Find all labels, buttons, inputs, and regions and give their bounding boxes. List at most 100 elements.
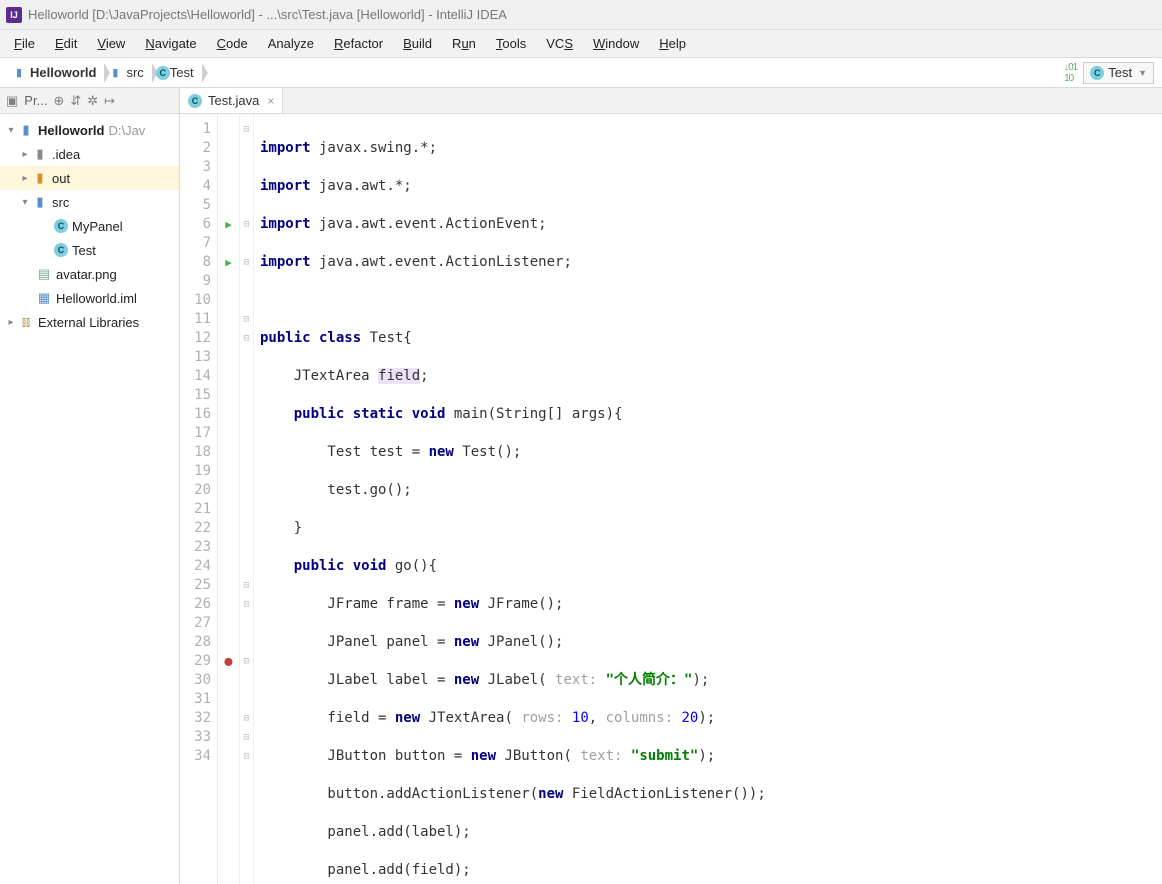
editor-tab-test[interactable]: C Test.java ×	[180, 88, 283, 113]
tree-label: MyPanel	[72, 219, 123, 234]
fold-toggle-icon[interactable]: ⊟	[240, 215, 253, 234]
tree-node-idea[interactable]: ▸ ▮ .idea	[0, 142, 179, 166]
java-class-icon: C	[188, 94, 202, 108]
fold-toggle-icon[interactable]: ⊟	[240, 747, 253, 766]
menu-view[interactable]: View	[87, 32, 135, 55]
chevron-down-icon: ▼	[1138, 68, 1147, 78]
fold-toggle-icon[interactable]: ⊟	[240, 329, 253, 348]
tree-node-iml[interactable]: ▦ Helloworld.iml	[0, 286, 179, 310]
menu-bar: File Edit View Navigate Code Analyze Ref…	[0, 30, 1162, 58]
tree-node-avatar[interactable]: ▤ avatar.png	[0, 262, 179, 286]
project-folder-icon: ▮	[12, 66, 26, 80]
tree-node-out[interactable]: ▸ ▮ out	[0, 166, 179, 190]
breadcrumb-project-label: Helloworld	[30, 65, 96, 80]
menu-navigate[interactable]: Navigate	[135, 32, 206, 55]
java-class-icon: C	[156, 66, 170, 80]
intellij-icon: IJ	[6, 7, 22, 23]
tree-label: .idea	[52, 147, 80, 162]
project-tree: ▾ ▮ Helloworld D:\Jav ▸ ▮ .idea ▸ ▮ out …	[0, 114, 179, 884]
tree-label: Test	[72, 243, 96, 258]
menu-tools[interactable]: Tools	[486, 32, 536, 55]
tree-node-mypanel[interactable]: C MyPanel	[0, 214, 179, 238]
chevron-down-icon[interactable]: ▾	[4, 125, 18, 136]
tree-node-project-root[interactable]: ▾ ▮ Helloworld D:\Jav	[0, 118, 179, 142]
project-tool-window: ▣ Pr... ⊕ ⇵ ✲ ↦ ▾ ▮ Helloworld D:\Jav ▸ …	[0, 88, 180, 884]
fold-toggle-icon[interactable]: ⊟	[240, 709, 253, 728]
tree-label: Helloworld.iml	[56, 291, 137, 306]
menu-edit[interactable]: Edit	[45, 32, 87, 55]
tree-label: avatar.png	[56, 267, 117, 282]
tree-label: Helloworld	[38, 123, 104, 138]
close-icon[interactable]: ×	[265, 94, 276, 108]
folding-gutter: ⊟⊟⊟⊟⊟⊟⊟⊟⊟⊟⊟	[240, 114, 254, 884]
menu-analyze[interactable]: Analyze	[258, 32, 324, 55]
fold-toggle-icon[interactable]: ⊟	[240, 120, 253, 139]
tree-node-test[interactable]: C Test	[0, 238, 179, 262]
make-project-icon[interactable]: ↓0110	[1064, 62, 1077, 84]
project-view-dropdown[interactable]: Pr...	[24, 93, 47, 108]
folder-icon: ▮	[32, 170, 48, 186]
java-class-icon: C	[1090, 66, 1104, 80]
target-icon[interactable]: ⊕	[53, 93, 64, 109]
fold-toggle-icon[interactable]: ⊟	[240, 310, 253, 329]
breadcrumb-src[interactable]: ▮ src	[104, 61, 151, 85]
menu-run[interactable]: Run	[442, 32, 486, 55]
project-toolbar: ▣ Pr... ⊕ ⇵ ✲ ↦	[0, 88, 179, 114]
editor-area: C Test.java × 12345678910111213141516171…	[180, 88, 1162, 884]
editor-tabs: C Test.java ×	[180, 88, 1162, 114]
menu-file[interactable]: File	[4, 32, 45, 55]
editor-tab-label: Test.java	[208, 93, 259, 108]
collapse-icon[interactable]: ↦	[104, 93, 115, 109]
breadcrumb-src-label: src	[126, 65, 143, 80]
chevron-right-icon[interactable]: ▸	[4, 317, 18, 328]
java-class-icon: C	[54, 219, 68, 233]
tree-node-external-libraries[interactable]: ▸ ⫾⫾ External Libraries	[0, 310, 179, 334]
tree-hint: D:\Jav	[108, 123, 145, 138]
menu-code[interactable]: Code	[207, 32, 258, 55]
fold-toggle-icon[interactable]: ⊟	[240, 728, 253, 747]
fold-toggle-icon[interactable]: ⊟	[240, 576, 253, 595]
fold-toggle-icon[interactable]: ⊟	[240, 253, 253, 272]
expand-all-icon[interactable]: ⇵	[70, 93, 81, 109]
chevron-right-icon[interactable]: ▸	[18, 173, 32, 184]
breadcrumb-project[interactable]: ▮ Helloworld	[8, 61, 104, 85]
folder-icon: ▮	[32, 194, 48, 210]
project-folder-icon: ▮	[18, 122, 34, 138]
line-number-gutter: 1234567891011121314151617181920212223242…	[180, 114, 218, 884]
run-gutter-icon[interactable]: ▶	[218, 215, 239, 234]
folder-icon: ▮	[108, 66, 122, 80]
run-marks-gutter: ▶ ▶ ⬤	[218, 114, 240, 884]
fold-toggle-icon[interactable]: ⊟	[240, 652, 253, 671]
gear-icon[interactable]: ✲	[87, 93, 98, 109]
override-gutter-icon[interactable]: ⬤	[218, 652, 239, 671]
navigation-bar: ▮ Helloworld ▮ src C Test ↓0110 C Test ▼	[0, 58, 1162, 88]
fold-toggle-icon[interactable]: ⊟	[240, 595, 253, 614]
menu-vcs[interactable]: VCS	[536, 32, 583, 55]
menu-window[interactable]: Window	[583, 32, 649, 55]
folder-icon: ▮	[32, 146, 48, 162]
tree-node-src[interactable]: ▾ ▮ src	[0, 190, 179, 214]
tree-label: out	[52, 171, 70, 186]
code-content[interactable]: import javax.swing.*; import java.awt.*;…	[254, 114, 1162, 884]
breadcrumb: ▮ Helloworld ▮ src C Test	[8, 61, 202, 85]
chevron-right-icon[interactable]: ▸	[18, 149, 32, 160]
menu-refactor[interactable]: Refactor	[324, 32, 393, 55]
library-icon: ⫾⫾	[18, 314, 34, 330]
run-gutter-icon[interactable]: ▶	[218, 253, 239, 272]
window-title-bar: IJ Helloworld [D:\JavaProjects\Helloworl…	[0, 0, 1162, 30]
iml-file-icon: ▦	[36, 290, 52, 306]
java-class-icon: C	[54, 243, 68, 257]
menu-help[interactable]: Help	[649, 32, 696, 55]
tree-label: src	[52, 195, 69, 210]
menu-build[interactable]: Build	[393, 32, 442, 55]
breadcrumb-class[interactable]: C Test	[152, 61, 202, 85]
tree-label: External Libraries	[38, 315, 139, 330]
run-config-label: Test	[1108, 65, 1132, 80]
breadcrumb-class-label: Test	[170, 65, 194, 80]
run-config-selector[interactable]: C Test ▼	[1083, 62, 1154, 84]
window-title: Helloworld [D:\JavaProjects\Helloworld] …	[28, 7, 507, 22]
view-mode-icon[interactable]: ▣	[6, 93, 18, 109]
code-editor[interactable]: 1234567891011121314151617181920212223242…	[180, 114, 1162, 884]
chevron-down-icon[interactable]: ▾	[18, 197, 32, 208]
image-file-icon: ▤	[36, 266, 52, 282]
